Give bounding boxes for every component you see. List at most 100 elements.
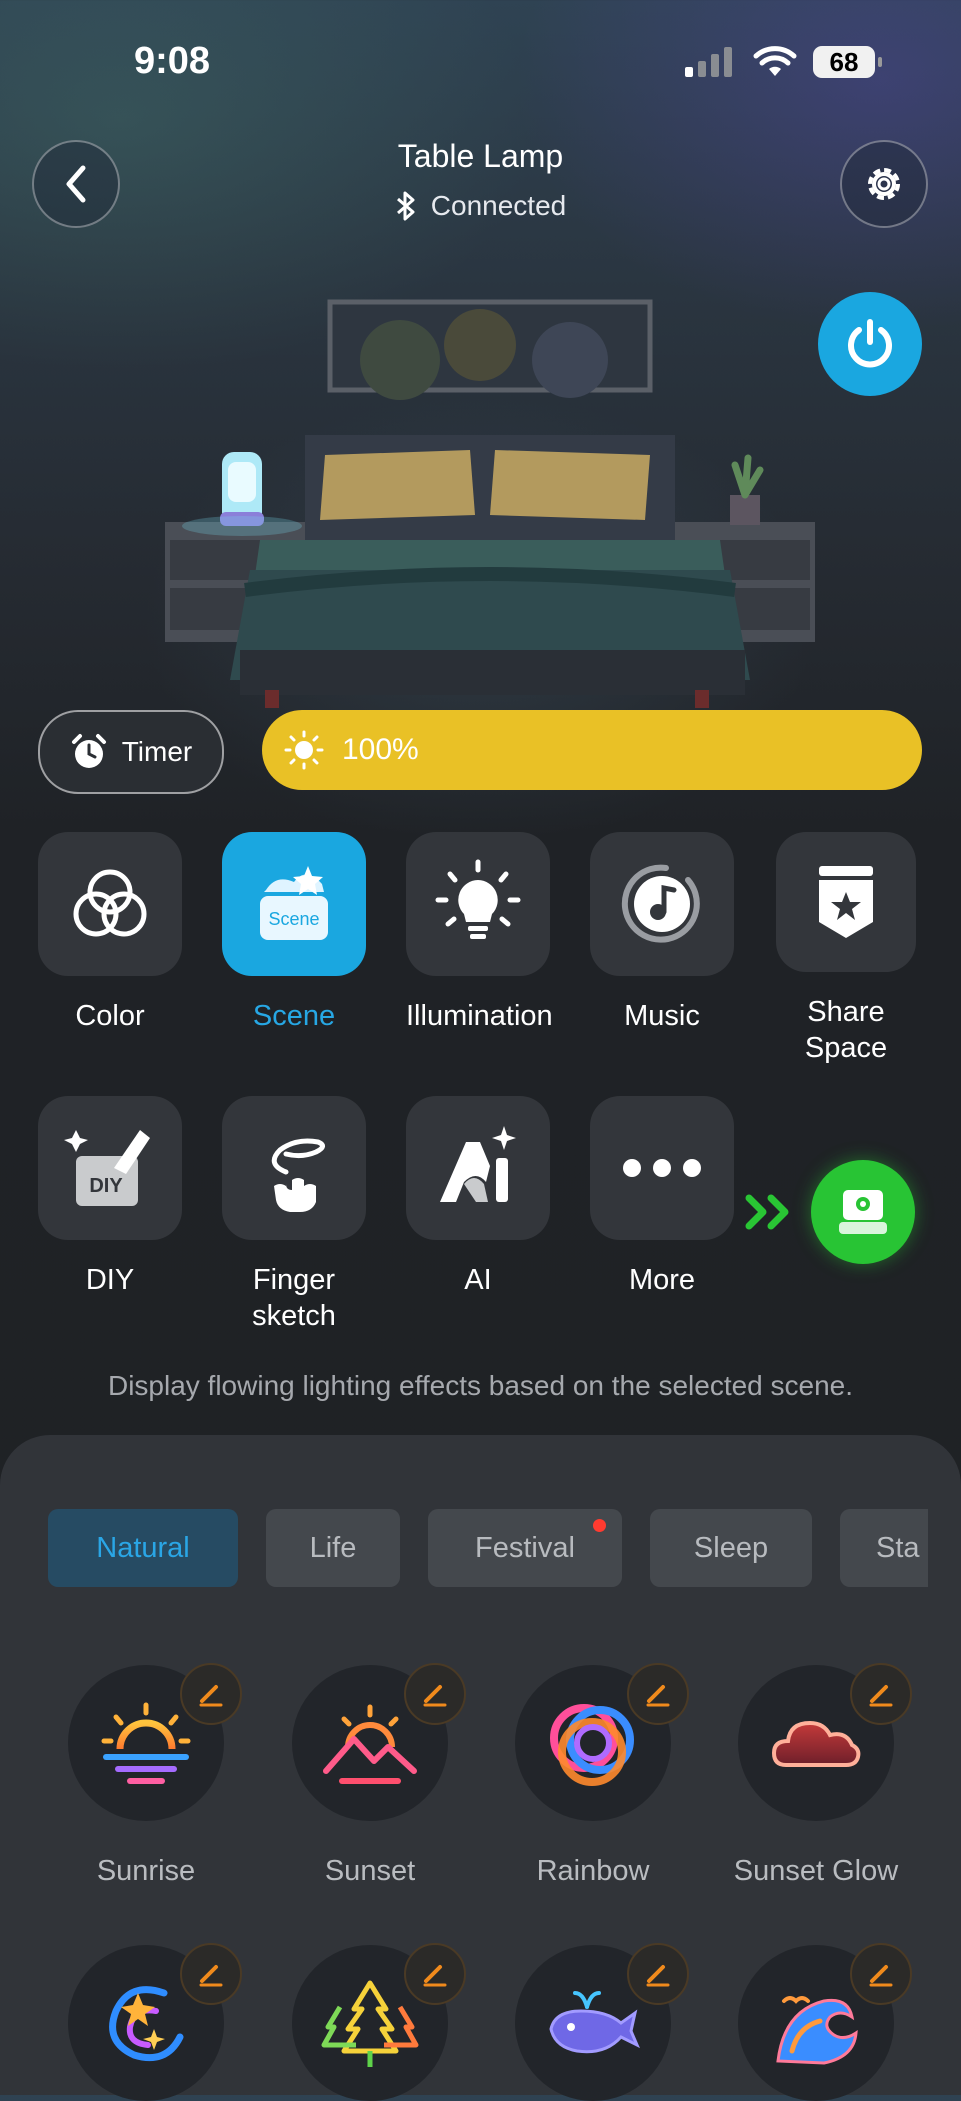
pencil-icon: [869, 1685, 893, 1707]
timer-button[interactable]: Timer: [38, 710, 224, 794]
bluetooth-icon: [396, 191, 415, 221]
double-chevron-right-icon: [745, 1194, 789, 1230]
scene-sunset-glow[interactable]: Sunset Glow: [734, 1663, 912, 1888]
connection-status: Connected: [0, 190, 961, 222]
edit-scene-button[interactable]: [850, 1663, 912, 1725]
function-color[interactable]: Color: [38, 832, 182, 1034]
scene-name: Sunrise: [96, 1855, 196, 1887]
lightbulb-icon: [435, 859, 521, 939]
device-title: Table Lamp: [397, 138, 564, 174]
finger-sketch-icon: [271, 1138, 325, 1212]
scene-disc: [738, 1943, 912, 2101]
status-time: 9:08: [134, 40, 211, 82]
edit-scene-button[interactable]: [627, 1663, 689, 1725]
alarm-clock-icon: [71, 734, 106, 768]
edit-scene-button[interactable]: [404, 1663, 466, 1725]
scene-rainbow[interactable]: Rainbow: [515, 1663, 689, 1888]
pencil-icon: [869, 1965, 893, 1987]
mode-description: Display flowing lighting effects based o…: [107, 1370, 854, 1401]
scene-disc: [292, 1663, 466, 1821]
music-tile: [590, 832, 734, 976]
battery-indicator: 68: [813, 46, 882, 78]
brightness-slider[interactable]: 100%: [262, 710, 922, 790]
tab-partial[interactable]: Sta: [840, 1509, 928, 1587]
function-share-space[interactable]: Share Space: [776, 832, 920, 1066]
pencil-icon: [646, 1685, 670, 1707]
finger-sketch-tile: [222, 1096, 366, 1240]
scene-whale[interactable]: [515, 1943, 689, 2101]
power-button[interactable]: [818, 292, 922, 396]
function-label: Scene: [252, 1000, 336, 1032]
illumination-tile: [406, 832, 550, 976]
diy-tile: DIY: [38, 1096, 182, 1240]
share-space-tile: [776, 832, 916, 972]
tab-sleep[interactable]: Sleep: [650, 1509, 812, 1587]
function-label: Finger sketch: [252, 1264, 336, 1332]
device-icon: [839, 1190, 887, 1234]
scene-disc: [515, 1943, 689, 2101]
scene-panel: Natural Life Festival Sleep Sta Sunrise …: [0, 1435, 961, 2101]
function-scene[interactable]: Scene Scene: [222, 832, 366, 1034]
function-label: Illumination: [406, 1000, 553, 1032]
scene-disc: [68, 1943, 242, 2101]
status-bar: 9:08 68: [0, 0, 961, 120]
timer-label: Timer: [121, 736, 193, 767]
notification-dot: [593, 1519, 606, 1532]
function-label: AI: [464, 1264, 492, 1296]
sun-icon: [284, 730, 324, 770]
edit-scene-button[interactable]: [180, 1943, 242, 2005]
diy-icon: DIY: [64, 1130, 150, 1206]
scene-sunrise[interactable]: Sunrise: [68, 1663, 242, 1888]
pencil-icon: [199, 1965, 223, 1987]
scene-name: Sunset: [324, 1855, 416, 1887]
scene-sunset[interactable]: Sunset: [292, 1663, 466, 1888]
music-icon: [621, 864, 700, 943]
settings-button[interactable]: [840, 140, 928, 228]
scene-disc: [515, 1663, 689, 1821]
function-music[interactable]: Music: [590, 832, 734, 1034]
tab-festival-label: Festival: [475, 1531, 575, 1564]
color-tile: [38, 832, 182, 976]
edit-scene-button[interactable]: [180, 1663, 242, 1725]
scene-wave[interactable]: [738, 1943, 912, 2101]
color-rings-icon: [73, 869, 147, 937]
tab-festival[interactable]: Festival: [428, 1509, 622, 1587]
share-space-icon: [819, 866, 873, 938]
scene-disc: [738, 1663, 912, 1821]
brightness-value: 100%: [342, 733, 419, 766]
tab-natural[interactable]: Natural: [48, 1509, 238, 1587]
function-illumination[interactable]: Illumination: [406, 832, 553, 1034]
function-finger-sketch[interactable]: Finger sketch: [222, 1096, 366, 1334]
connection-label: Connected: [430, 190, 567, 221]
scene-forest[interactable]: [292, 1943, 466, 2101]
pencil-icon: [199, 1685, 223, 1707]
more-icon: [623, 1159, 701, 1177]
edit-scene-button[interactable]: [627, 1943, 689, 2005]
scene-tile: Scene: [222, 832, 366, 976]
function-label: Share Space: [804, 996, 888, 1064]
tab-life[interactable]: Life: [266, 1509, 400, 1587]
ai-icon: [440, 1126, 516, 1202]
scene-aurora[interactable]: [68, 1943, 242, 2101]
scene-category-tabs: Natural Life Festival Sleep Sta: [48, 1509, 928, 1587]
scene-name: Sunset Glow: [733, 1855, 899, 1887]
device-promo-button[interactable]: [811, 1160, 915, 1264]
power-icon: [848, 319, 892, 368]
edit-scene-button[interactable]: [404, 1943, 466, 2005]
more-tile: [590, 1096, 734, 1240]
function-label: Music: [624, 1000, 700, 1032]
promo-area: [745, 1160, 915, 1264]
scene-icon: Scene: [260, 866, 328, 940]
scene-disc: [292, 1943, 466, 2101]
function-ai[interactable]: AI: [406, 1096, 550, 1298]
scene-disc: [68, 1663, 242, 1821]
edit-scene-button[interactable]: [850, 1943, 912, 2005]
bedroom-illustration: [165, 299, 815, 708]
ai-tile: [406, 1096, 550, 1240]
diy-icon-text: DIY: [89, 1175, 123, 1197]
function-label: Color: [75, 1000, 145, 1032]
function-more[interactable]: More: [590, 1096, 734, 1298]
scene-name: Rainbow: [536, 1855, 650, 1887]
pencil-icon: [423, 1685, 447, 1707]
function-diy[interactable]: DIY DIY: [38, 1096, 182, 1298]
